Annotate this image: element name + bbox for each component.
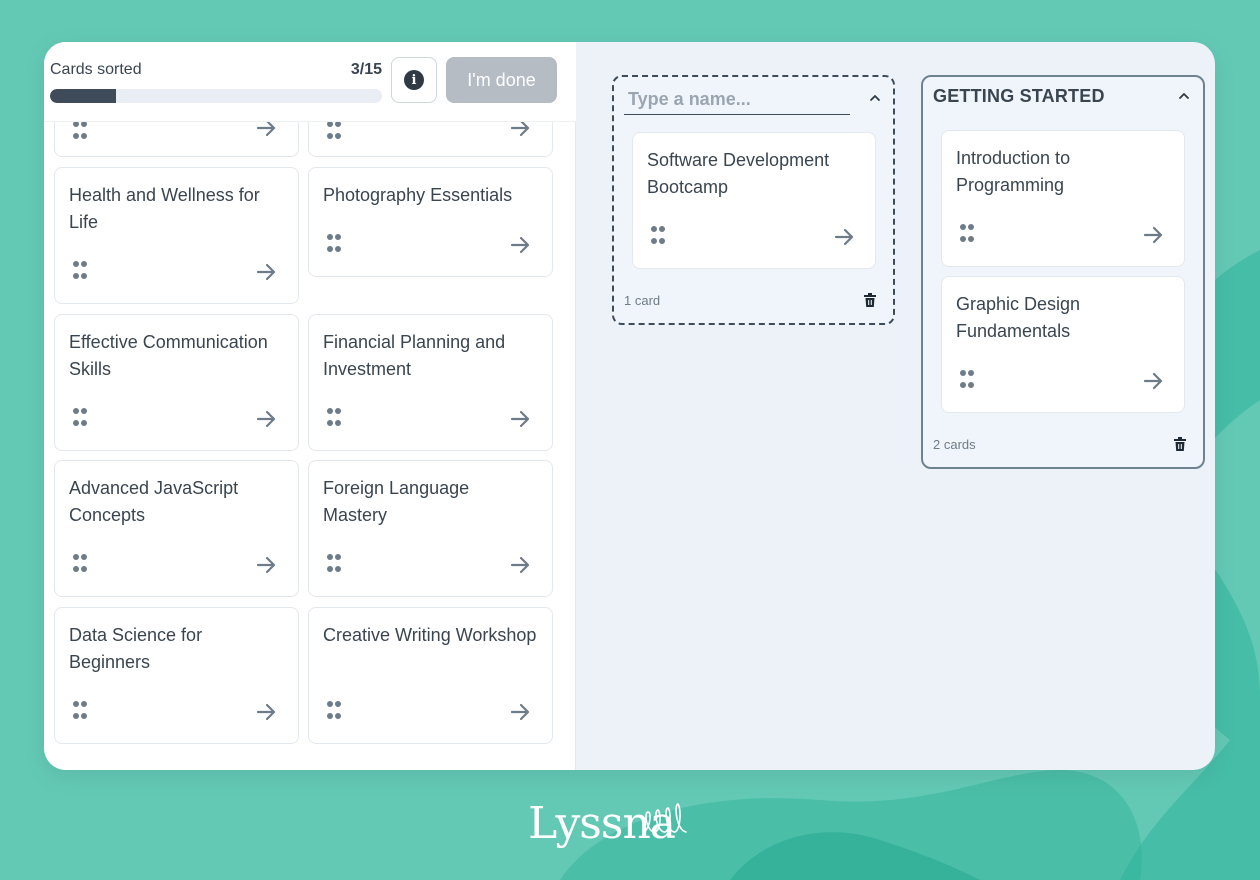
info-button[interactable]: i [391, 57, 437, 103]
drag-handle-icon[interactable] [327, 121, 341, 143]
card-advanced-javascript[interactable]: Advanced JavaScript Concepts [54, 460, 299, 597]
arrow-right-icon[interactable] [509, 701, 531, 723]
drag-handle-icon[interactable] [327, 701, 341, 723]
card-title: Health and Wellness for Life [69, 185, 260, 232]
progress-header: Cards sorted 3/15 i I'm done [44, 42, 576, 122]
arrow-right-icon[interactable] [255, 701, 277, 723]
arrow-right-icon[interactable] [1142, 370, 1164, 392]
arrow-right-icon[interactable] [509, 554, 531, 576]
card-financial-planning[interactable]: Financial Planning and Investment [308, 314, 553, 451]
group-getting-started[interactable]: GETTING STARTED Introduction to Programm… [921, 75, 1205, 469]
card-title: Introduction to Programming [956, 148, 1071, 195]
group-name-input[interactable] [624, 85, 850, 115]
arrow-right-icon[interactable] [255, 554, 277, 576]
info-icon: i [404, 70, 424, 90]
drag-handle-icon[interactable] [651, 226, 665, 248]
card-title: Data Science for Beginners [69, 625, 203, 672]
unsorted-cards-panel[interactable]: Health and Wellness for Life Photography… [44, 42, 576, 770]
drag-handle-icon[interactable] [73, 121, 87, 143]
trash-icon[interactable] [864, 293, 876, 307]
drag-handle-icon[interactable] [73, 701, 87, 723]
drag-handle-icon[interactable] [73, 408, 87, 430]
arrow-right-icon[interactable] [1142, 224, 1164, 246]
card-title: Advanced JavaScript Concepts [69, 478, 239, 525]
group-title[interactable]: GETTING STARTED [933, 86, 1105, 107]
card-creative-writing[interactable]: Creative Writing Workshop [308, 607, 553, 744]
card-title: Financial Planning and Investment [323, 332, 506, 379]
chevron-up-icon[interactable] [1177, 89, 1191, 103]
done-button[interactable]: I'm done [446, 57, 557, 103]
arrow-right-icon[interactable] [255, 261, 277, 283]
chevron-up-icon[interactable] [868, 91, 882, 105]
arrow-right-icon[interactable] [509, 234, 531, 256]
card-health-and-wellness[interactable]: Health and Wellness for Life [54, 167, 299, 304]
drag-handle-icon[interactable] [960, 224, 974, 246]
card-title: Software Development Bootcamp [647, 150, 830, 197]
drag-handle-icon[interactable] [73, 261, 87, 283]
trash-icon[interactable] [1174, 437, 1186, 451]
card-graphic-design-fundamentals[interactable]: Graphic Design Fundamentals [941, 276, 1185, 413]
card-introduction-to-programming[interactable]: Introduction to Programming [941, 130, 1185, 267]
cards-sorted-label: Cards sorted [50, 61, 142, 78]
card-title: Foreign Language Mastery [323, 478, 470, 525]
arrow-right-icon[interactable] [255, 408, 277, 430]
unsorted-card-list[interactable]: Health and Wellness for Life Photography… [44, 42, 576, 770]
new-group[interactable]: Software Development Bootcamp 1 card [612, 75, 895, 325]
group-card-count: 1 card [624, 293, 661, 308]
card-effective-communication[interactable]: Effective Communication Skills [54, 314, 299, 451]
logo-swirl-icon [643, 803, 687, 833]
card-title: Effective Communication Skills [69, 332, 268, 379]
card-foreign-language[interactable]: Foreign Language Mastery [308, 460, 553, 597]
card-sort-window: Health and Wellness for Life Photography… [44, 42, 1215, 770]
card-title: Photography Essentials [323, 185, 513, 205]
drag-handle-icon[interactable] [960, 370, 974, 392]
cards-sorted-count: 3/15 [350, 61, 382, 78]
progress-bar-fill [50, 89, 117, 103]
drag-handle-icon[interactable] [327, 554, 341, 576]
card-data-science[interactable]: Data Science for Beginners [54, 607, 299, 744]
arrow-right-icon[interactable] [833, 226, 855, 248]
card-title: Graphic Design Fundamentals [956, 294, 1081, 341]
drag-handle-icon[interactable] [327, 234, 341, 256]
drag-handle-icon[interactable] [327, 408, 341, 430]
card-software-development[interactable]: Software Development Bootcamp [632, 132, 876, 269]
group-card-count: 2 cards [933, 437, 976, 452]
card-title: Creative Writing Workshop [323, 625, 537, 645]
progress-bar [50, 89, 382, 103]
drag-handle-icon[interactable] [73, 554, 87, 576]
arrow-right-icon[interactable] [509, 408, 531, 430]
card-photography-essentials[interactable]: Photography Essentials [308, 167, 553, 277]
